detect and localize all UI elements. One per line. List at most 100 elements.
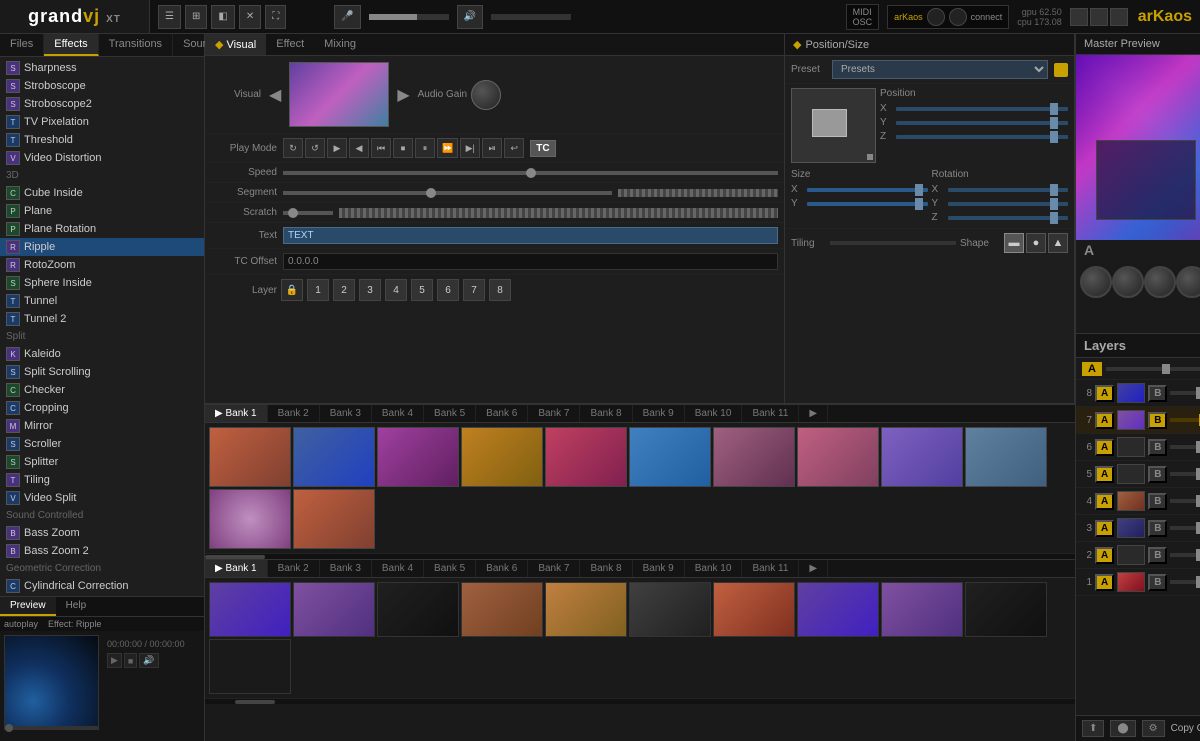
effect-split-scrolling[interactable]: SSplit Scrolling <box>0 363 204 381</box>
rot-x-slider[interactable] <box>948 188 1069 192</box>
bank2-tab-8[interactable]: Bank 8 <box>580 560 632 577</box>
loop2-btn[interactable]: ↺ <box>305 138 325 158</box>
media-thumb[interactable] <box>377 427 459 487</box>
layer-4-btn[interactable]: 4 <box>385 279 407 301</box>
size-x-slider[interactable] <box>807 188 928 192</box>
layer2-vol-slider[interactable] <box>1170 553 1200 557</box>
master-knob-4[interactable] <box>1176 266 1200 298</box>
tab-preview[interactable]: Preview <box>0 597 56 616</box>
layer3-vol-slider[interactable] <box>1170 526 1200 530</box>
layer-2-btn[interactable]: 2 <box>333 279 355 301</box>
layer-settings-btn[interactable]: ⚙ <box>1142 720 1165 737</box>
tab-files[interactable]: Files <box>0 34 44 56</box>
tab-effects[interactable]: Effects <box>44 34 98 56</box>
bank-tab-5[interactable]: Bank 5 <box>424 405 476 422</box>
layer7-a-btn[interactable]: A <box>1095 412 1114 429</box>
text-input[interactable] <box>283 227 778 244</box>
preview-stop-btn[interactable]: ■ <box>124 653 137 668</box>
pos-handle[interactable] <box>867 154 873 160</box>
media-thumb[interactable] <box>713 427 795 487</box>
vol-btn[interactable]: 🔊 <box>457 5 483 29</box>
mic-btn[interactable]: 🎤 <box>334 5 360 29</box>
bank-tab-11[interactable]: Bank 11 <box>742 405 799 422</box>
media-thumb[interactable] <box>797 427 879 487</box>
media-thumb2[interactable] <box>209 582 291 637</box>
layer6-vol-slider[interactable] <box>1170 445 1200 449</box>
effect-stroboscope[interactable]: SStroboscope <box>0 77 204 95</box>
layer-toggle-btn[interactable]: ⬤ <box>1110 720 1135 737</box>
layer4-vol-slider[interactable] <box>1170 499 1200 503</box>
media-thumb[interactable] <box>629 427 711 487</box>
effect-scroller[interactable]: SScroller <box>0 435 204 453</box>
media-thumb[interactable] <box>965 427 1047 487</box>
preset-select[interactable]: Presets <box>832 60 1048 79</box>
visual-prev-btn[interactable]: ◀ <box>267 85 283 105</box>
cut-btn[interactable]: ✕ <box>239 5 261 29</box>
loop-btn[interactable]: ↻ <box>283 138 303 158</box>
shape-rect-btn[interactable]: ▬ <box>1004 233 1024 253</box>
tc-button[interactable]: TC <box>530 140 555 157</box>
bank-scrollbar-2[interactable] <box>205 698 1075 704</box>
media-thumb2[interactable] <box>209 639 291 694</box>
effect-sharpness[interactable]: SSharpness <box>0 59 204 77</box>
preview-playhead[interactable] <box>5 724 13 732</box>
prev-btn[interactable]: ◧ <box>211 5 234 29</box>
bank-tab-9[interactable]: Bank 9 <box>633 405 685 422</box>
ab-slider[interactable] <box>1106 367 1200 371</box>
effect-tunnel2[interactable]: TTunnel 2 <box>0 310 204 328</box>
layer8-b-btn[interactable]: B <box>1148 385 1167 402</box>
rot-z-slider[interactable] <box>948 216 1069 220</box>
layer-6-btn[interactable]: 6 <box>437 279 459 301</box>
rev-btn[interactable]: ↩ <box>504 138 524 158</box>
tab-effect[interactable]: Effect <box>266 34 314 55</box>
visual-next-btn[interactable]: ▶ <box>395 85 411 105</box>
effect-cropping[interactable]: CCropping <box>0 399 204 417</box>
layer3-b-btn[interactable]: B <box>1148 520 1167 537</box>
bank2-tab-4[interactable]: Bank 4 <box>372 560 424 577</box>
effect-tiling[interactable]: TTiling <box>0 471 204 489</box>
tab-mixing[interactable]: Mixing <box>314 34 366 55</box>
shape-circle-btn[interactable]: ● <box>1026 233 1046 253</box>
bank-tab-4[interactable]: Bank 4 <box>372 405 424 422</box>
pause2-btn[interactable]: ⏯ <box>482 138 502 158</box>
bank2-tab-9[interactable]: Bank 9 <box>633 560 685 577</box>
media-thumb[interactable] <box>461 427 543 487</box>
bank-tab-3[interactable]: Bank 3 <box>320 405 372 422</box>
play-btn[interactable]: ▶ <box>327 138 347 158</box>
media-thumb[interactable] <box>545 427 627 487</box>
bank2-tab-7[interactable]: Bank 7 <box>528 560 580 577</box>
audio-gain-knob[interactable] <box>471 80 501 110</box>
effect-plane[interactable]: PPlane <box>0 202 204 220</box>
ff-btn[interactable]: ⏩ <box>437 138 458 158</box>
media-thumb2[interactable] <box>797 582 879 637</box>
effect-video-split[interactable]: VVideo Split <box>0 489 204 507</box>
add-layer-btn[interactable]: ⬆ <box>1082 720 1104 737</box>
layer2-a-btn[interactable]: A <box>1095 547 1114 564</box>
media-thumb2[interactable] <box>881 582 963 637</box>
layer2-b-btn[interactable]: B <box>1148 547 1167 564</box>
fit-btn[interactable]: ⛶ <box>265 5 286 29</box>
media-thumb2[interactable] <box>377 582 459 637</box>
bank2-tab-3[interactable]: Bank 3 <box>320 560 372 577</box>
effect-plane-rotation[interactable]: PPlane Rotation <box>0 220 204 238</box>
tab-help[interactable]: Help <box>56 597 97 616</box>
media-thumb2[interactable] <box>293 582 375 637</box>
effect-bass-zoom2[interactable]: BBass Zoom 2 <box>0 542 204 560</box>
media-thumb2[interactable] <box>545 582 627 637</box>
stop-btn[interactable]: ⏹ <box>393 138 413 158</box>
bank2-tab-11[interactable]: Bank 11 <box>742 560 799 577</box>
media-thumb[interactable] <box>209 489 291 549</box>
layer7-vol-slider[interactable] <box>1170 418 1200 422</box>
preview-vol-btn[interactable]: 🔊 <box>139 653 158 668</box>
tab-visual[interactable]: ◆Visual <box>205 34 266 55</box>
media-thumb2[interactable] <box>461 582 543 637</box>
layer6-a-btn[interactable]: A <box>1095 439 1114 456</box>
pause-btn[interactable]: ⏸ <box>415 138 435 158</box>
effect-video-distortion[interactable]: VVideo Distortion <box>0 149 204 167</box>
preview-play-btn[interactable]: ▶ <box>107 653 122 668</box>
layer-3-btn[interactable]: 3 <box>359 279 381 301</box>
grid-btn[interactable]: ⊞ <box>185 5 207 29</box>
effect-mirror[interactable]: MMirror <box>0 417 204 435</box>
bank2-tab-1[interactable]: ▶ Bank 1 <box>205 560 268 577</box>
bank-tab-8[interactable]: Bank 8 <box>580 405 632 422</box>
